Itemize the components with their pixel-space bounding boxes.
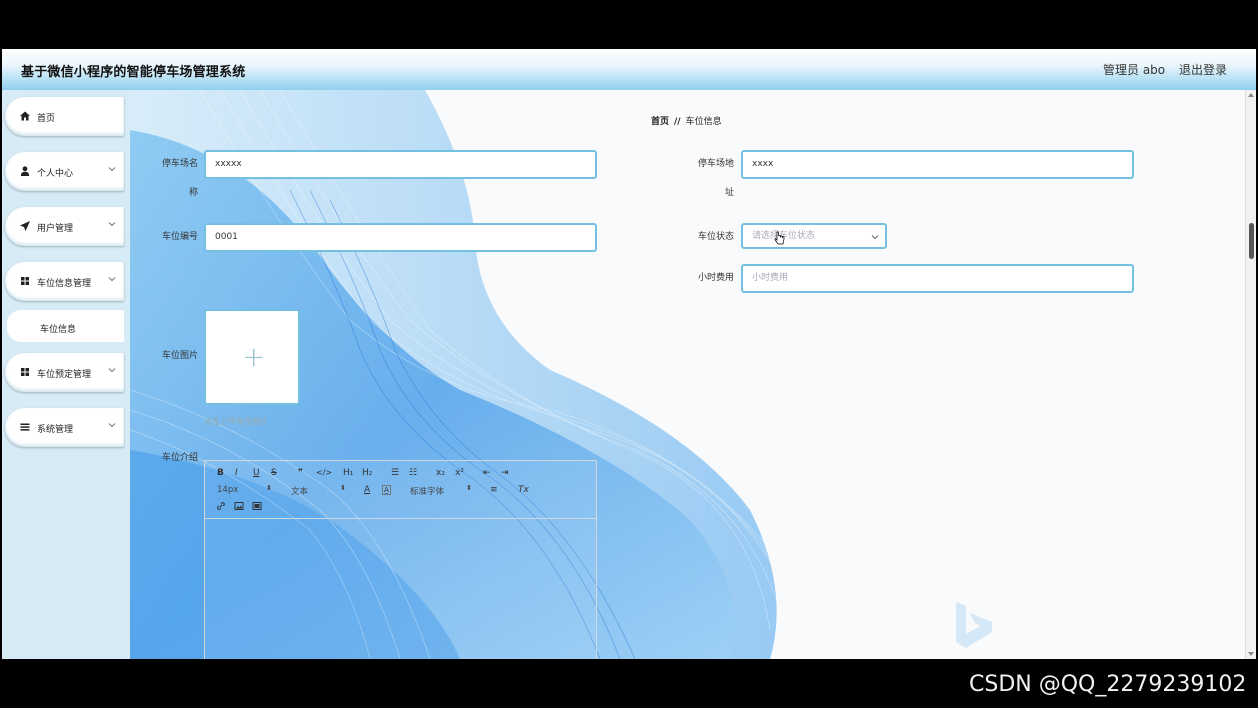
- upload-hint: 点击上传车位图片: [204, 417, 268, 426]
- clear-format-button[interactable]: Tx: [518, 485, 529, 495]
- outdent-button[interactable]: ⇤: [483, 468, 491, 478]
- user-icon: [20, 166, 30, 176]
- sidebar: 首页 个人中心 用户管理 车位信息管理 车位信息 车位预定管理 系统管理: [2, 90, 130, 659]
- sidebar-item-label: 车位信息: [40, 325, 77, 335]
- lot-address-label: 停车场地 址: [697, 159, 734, 198]
- sidebar-item-label: 用户管理: [37, 224, 74, 234]
- link-icon[interactable]: [216, 501, 226, 511]
- superscript-button[interactable]: x²: [455, 468, 464, 478]
- scroll-down-arrow-icon[interactable]: [1248, 652, 1254, 656]
- sidebar-item-label: 个人中心: [37, 169, 74, 179]
- h2-button[interactable]: H₂: [362, 468, 372, 478]
- chevron-down-icon: [108, 423, 116, 428]
- app-window: 基于微信小程序的智能停车场管理系统 管理员 abo 退出登录 首页 个人中心 用…: [2, 49, 1256, 659]
- align-button[interactable]: ≡: [490, 485, 498, 495]
- text-type-select[interactable]: 文本 ⬍: [291, 484, 346, 497]
- space-number-input[interactable]: 0001: [204, 223, 597, 252]
- font-size-select[interactable]: 14px ⬍: [217, 484, 272, 495]
- image-upload-button[interactable]: +: [204, 309, 300, 405]
- sidebar-item-label: 车位信息管理: [37, 279, 92, 289]
- rich-text-editor[interactable]: B I U S ❞ </> H₁ H₂ ☰ ☷ x₂ x² ⇤ ⇥ 14px ⬍ …: [204, 460, 597, 659]
- sidebar-subitem-space-info[interactable]: 车位信息: [7, 310, 124, 342]
- top-bar: 基于微信小程序的智能停车场管理系统 管理员 abo 退出登录: [2, 49, 1256, 90]
- bing-logo-icon: [956, 602, 992, 648]
- bullet-list-button[interactable]: ☷: [409, 468, 417, 478]
- home-icon: [20, 111, 30, 121]
- hourly-fee-input[interactable]: 小时费用: [741, 264, 1134, 293]
- space-intro-label: 车位介绍: [161, 453, 198, 463]
- menu-icon: [20, 423, 30, 431]
- updown-arrows-icon: ⬍: [266, 484, 272, 492]
- main-content: 首页 // 车位信息 停车场名 称 xxxxx 停车场地 址 xxxx 车位编号 0…: [130, 90, 1245, 659]
- sidebar-item-system-mgmt[interactable]: 系统管理: [5, 408, 124, 447]
- code-block-button[interactable]: </>: [316, 468, 332, 477]
- sidebar-item-label: 首页: [37, 114, 56, 124]
- lot-address-input[interactable]: xxxx: [741, 150, 1134, 179]
- strike-button[interactable]: S: [271, 468, 277, 478]
- send-icon: [20, 221, 30, 231]
- breadcrumb: 首页 // 车位信息: [651, 114, 722, 127]
- blockquote-button[interactable]: ❞: [298, 468, 303, 478]
- sidebar-item-label: 系统管理: [37, 425, 74, 435]
- hourly-fee-label: 小时费用: [697, 273, 734, 283]
- lot-name-input[interactable]: xxxxx: [204, 150, 597, 179]
- video-icon[interactable]: [252, 501, 262, 511]
- app-title: 基于微信小程序的智能停车场管理系统: [21, 65, 246, 80]
- chevron-down-icon: [871, 235, 879, 240]
- breadcrumb-separator: //: [674, 117, 681, 127]
- font-color-button[interactable]: A: [364, 485, 370, 495]
- image-icon[interactable]: [234, 501, 244, 511]
- vertical-scrollbar[interactable]: [1245, 90, 1256, 659]
- bold-button[interactable]: B: [217, 468, 224, 478]
- sidebar-item-space-info-mgmt[interactable]: 车位信息管理: [5, 262, 124, 301]
- italic-button[interactable]: I: [235, 468, 238, 478]
- sidebar-item-users[interactable]: 用户管理: [5, 207, 124, 246]
- status-select[interactable]: 请选择车位状态: [741, 223, 887, 249]
- sidebar-item-profile[interactable]: 个人中心: [5, 152, 124, 191]
- editor-toolbar: B I U S ❞ </> H₁ H₂ ☰ ☷ x₂ x² ⇤ ⇥ 14px ⬍ …: [205, 461, 596, 519]
- grid-icon: [21, 277, 29, 285]
- space-image-label: 车位图片: [161, 351, 198, 361]
- sidebar-item-label: 车位预定管理: [37, 370, 92, 380]
- admin-label: 管理员 abo: [1103, 63, 1166, 77]
- h1-button[interactable]: H₁: [343, 468, 353, 478]
- subscript-button[interactable]: x₂: [436, 468, 445, 478]
- grid-icon: [21, 368, 29, 376]
- updown-arrows-icon: ⬍: [466, 484, 472, 492]
- csdn-watermark: CSDN @QQ_2279239102: [969, 672, 1247, 697]
- sidebar-item-booking-mgmt[interactable]: 车位预定管理: [5, 353, 124, 392]
- sidebar-item-home[interactable]: 首页: [5, 97, 124, 136]
- lot-name-label: 停车场名 称: [161, 159, 198, 198]
- breadcrumb-current: 车位信息: [685, 117, 722, 127]
- status-label: 车位状态: [697, 232, 734, 242]
- logout-link[interactable]: 退出登录: [1179, 61, 1227, 78]
- underline-button[interactable]: U: [253, 468, 260, 478]
- scroll-up-arrow-icon[interactable]: [1248, 93, 1254, 97]
- ordered-list-button[interactable]: ☰: [391, 468, 399, 478]
- mouse-cursor-icon: [774, 231, 785, 245]
- chevron-down-icon: [108, 222, 116, 227]
- plus-icon: +: [242, 340, 266, 373]
- chevron-down-icon: [108, 368, 116, 373]
- breadcrumb-home[interactable]: 首页: [651, 117, 669, 127]
- space-number-label: 车位编号: [161, 232, 198, 242]
- font-family-select[interactable]: 标准字体 ⬍: [410, 484, 472, 497]
- updown-arrows-icon: ⬍: [340, 484, 346, 492]
- scrollbar-thumb[interactable]: [1249, 223, 1254, 259]
- chevron-down-icon: [108, 277, 116, 282]
- chevron-down-icon: [108, 167, 116, 172]
- background-color-button[interactable]: A̲: [382, 485, 391, 495]
- indent-button[interactable]: ⇥: [501, 468, 509, 478]
